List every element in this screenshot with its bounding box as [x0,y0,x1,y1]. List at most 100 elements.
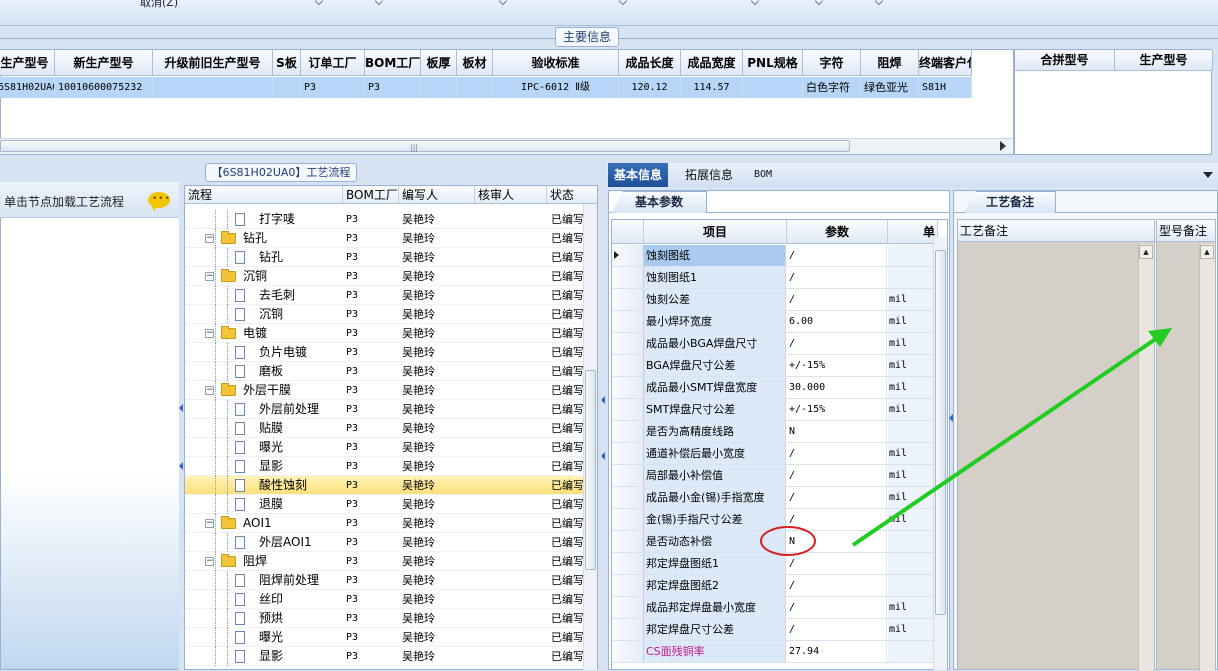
param-value-cell[interactable]: / [787,487,887,508]
column-header[interactable]: 终端客户代 [919,50,972,76]
tree-row[interactable]: 预烘 P3 吴艳玲 已编写 [185,609,584,628]
param-value-cell[interactable]: / [787,289,887,310]
param-value-cell[interactable]: / [787,443,887,464]
column-header[interactable]: 项目 [644,220,787,244]
collapse-icon[interactable]: − [205,519,214,528]
grid-cell[interactable]: 白色字符 [803,77,861,98]
tab-extended-info[interactable]: 拓展信息 [679,163,739,187]
param-value-cell[interactable]: / [787,333,887,354]
param-row[interactable]: 邦定焊盘图纸2/ [612,575,934,597]
tree-row[interactable]: 曝光 P3 吴艳玲 已编写 [185,628,584,647]
column-header[interactable]: 板厚 [421,50,457,76]
collapse-left-icon[interactable] [179,462,183,470]
scroll-up-icon[interactable]: ▲ [1200,245,1214,259]
param-row[interactable]: 最小焊环宽度 6.00 mil [612,311,934,333]
tree-row[interactable]: 外层AOI1 P3 吴艳玲 已编写 [185,533,584,552]
tree-row[interactable]: 磨板 P3 吴艳玲 已编写 [185,362,584,381]
param-value-cell[interactable]: 6.00 [787,311,887,332]
tree-row[interactable]: 退膜 P3 吴艳玲 已编写 [185,495,584,514]
param-row[interactable]: 蚀刻图纸 / [612,245,934,267]
param-value-cell[interactable]: +/-15% [787,399,887,420]
grid-cell[interactable] [153,77,273,98]
param-value-cell[interactable]: / [787,619,887,640]
scrollbar-thumb[interactable] [585,370,596,570]
column-header[interactable]: 成品长度 [619,50,681,76]
column-header[interactable]: 阻焊 [861,50,919,76]
tree-row[interactable]: 负片电镀 P3 吴艳玲 已编写 [185,343,584,362]
chevron-down-icon[interactable] [1203,172,1213,178]
param-value-cell[interactable]: N [787,531,887,552]
column-header[interactable]: 编写人 [399,186,475,204]
row-header[interactable] [612,641,644,662]
column-header[interactable]: 状态 [547,186,597,204]
param-value-cell[interactable]: +/-15% [787,355,887,376]
grid-cell[interactable]: 114.57 [681,77,743,98]
grid-cell[interactable] [273,77,301,98]
tree-row[interactable]: 丝印 P3 吴艳玲 已编写 [185,590,584,609]
row-header[interactable] [612,531,644,552]
row-header[interactable] [612,619,644,640]
param-row[interactable]: 邦定焊盘图纸1/ [612,553,934,575]
tree-row[interactable]: − 钻孔 P3 吴艳玲 已编写 [185,229,584,248]
scrollbar-thumb[interactable] [0,140,850,152]
collapse-left-icon[interactable] [949,414,953,422]
collapse-icon[interactable]: − [205,272,214,281]
param-row[interactable]: 成品最小SMT焊盘宽度 30.000 mil [612,377,934,399]
tree-row[interactable]: 打字唛 P3 吴艳玲 已编写 [185,210,584,229]
cancel-button[interactable]: 取消(Z) [140,0,178,10]
column-header[interactable]: 订单工厂 [301,50,365,76]
process-remark-box[interactable]: 工艺备注 ▲ [957,219,1155,671]
param-value-cell[interactable]: / [787,245,887,266]
row-header[interactable] [612,311,644,332]
scroll-right-icon[interactable] [1000,141,1006,151]
collapse-icon[interactable]: − [205,329,214,338]
column-header[interactable]: 生产型号 [0,50,55,76]
tree-row[interactable]: 外层前处理 P3 吴艳玲 已编写 [185,400,584,419]
grid-cell[interactable]: 6S81H02UA0 [0,77,55,98]
row-header[interactable] [612,355,644,376]
param-row[interactable]: 通道补偿后最小宽度 / mil [612,443,934,465]
param-row[interactable]: 蚀刻图纸1/ [612,267,934,289]
row-header[interactable] [612,421,644,442]
param-value-cell[interactable]: / [787,553,887,574]
row-header[interactable] [612,333,644,354]
param-row[interactable]: CS面残铜率 27.94 [612,641,934,663]
column-header[interactable]: 流程 [185,186,343,204]
collapse-left-icon[interactable] [179,404,183,412]
tree-row[interactable]: 阻焊前处理 P3 吴艳玲 已编写 [185,571,584,590]
param-row[interactable]: BGA焊盘尺寸公差 +/-15% mil [612,355,934,377]
model-remark-box[interactable]: 型号备注 ▲ [1156,219,1216,671]
row-header[interactable] [612,289,644,310]
param-value-cell[interactable]: 30.000 [787,377,887,398]
tree-row[interactable]: 酸性蚀刻 P3 吴艳玲 已编写 [185,476,584,495]
collapse-icon[interactable]: − [205,234,214,243]
param-row[interactable]: 蚀刻公差 / mil [612,289,934,311]
column-header[interactable]: 字符 [803,50,861,76]
tab-bom[interactable]: BOM [748,163,778,187]
tree-row[interactable]: − 阻焊 P3 吴艳玲 已编写 [185,552,584,571]
tree-row[interactable]: − AOI1 P3 吴艳玲 已编写 [185,514,584,533]
grid-cell[interactable]: P3 [365,77,421,98]
grid-cell[interactable]: S81H [919,77,972,98]
tree-row[interactable]: 贴膜 P3 吴艳玲 已编写 [185,419,584,438]
param-value-cell[interactable]: / [787,597,887,618]
param-row[interactable]: 成品最小金(锡)手指宽度 / mil [612,487,934,509]
row-header[interactable] [612,399,644,420]
grid-cell[interactable] [457,77,493,98]
row-header[interactable] [612,465,644,486]
param-row[interactable]: 是否为高精度线路 N [612,421,934,443]
column-header[interactable]: 核审人 [475,186,547,204]
vertical-scrollbar[interactable] [1138,244,1154,671]
row-header[interactable] [612,597,644,618]
param-value-cell[interactable]: N [787,421,887,442]
tree-row[interactable]: 去毛刺 P3 吴艳玲 已编写 [185,286,584,305]
column-header[interactable]: BOM工厂 [365,50,421,76]
row-header[interactable] [612,575,644,596]
grid-cell[interactable] [743,77,803,98]
grid-cell[interactable] [421,77,457,98]
row-header[interactable] [612,509,644,530]
splitter[interactable] [600,182,606,670]
row-header[interactable] [612,553,644,574]
grid-cell[interactable]: 10010600075232 [55,77,153,98]
column-header[interactable]: 成品宽度 [681,50,743,76]
